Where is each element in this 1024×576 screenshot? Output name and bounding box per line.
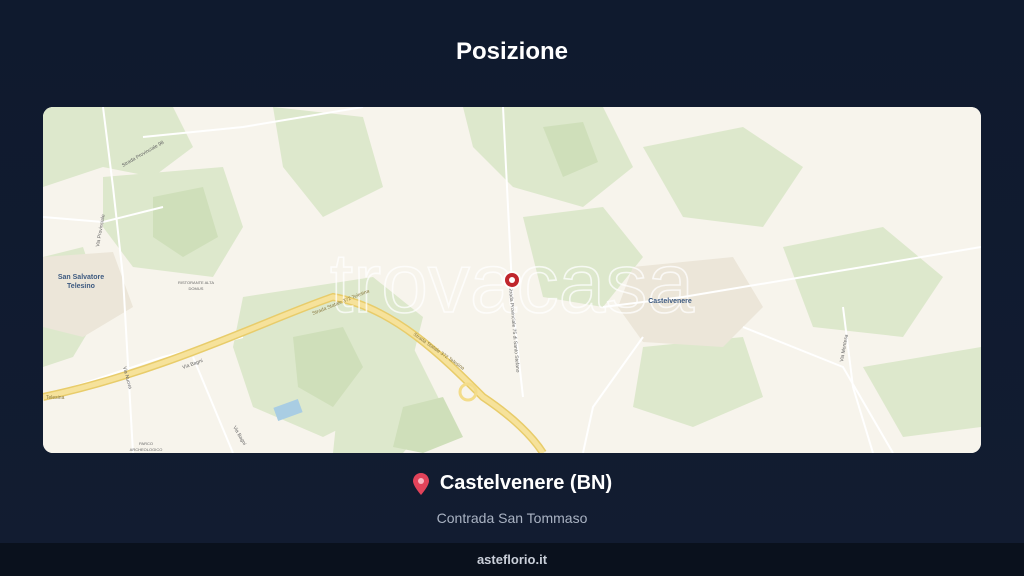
location-address: Contrada San Tommaso [436,509,588,526]
label-ristorante-1: RISTORANTE ALTA [178,280,214,285]
label-castelvenere: Castelvenere [648,298,692,305]
label-parco-1: PARCO [139,441,153,446]
map[interactable]: trovacasa San Salvatore Telesino Castelv… [43,107,981,453]
location-marker-icon[interactable] [503,271,521,289]
label-parco-2: ARCHEOLOGICO [130,447,163,452]
label-san-salvatore: San Salvatore [58,274,104,281]
label-telesina: Telesina [46,395,65,401]
footer-site[interactable]: asteflorio.it [477,552,547,567]
map-canvas[interactable]: trovacasa San Salvatore Telesino Castelv… [43,107,981,453]
footer: asteflorio.it [0,543,1024,576]
location-name: Castelvenere (BN) [439,472,613,494]
label-telesino: Telesino [67,283,95,290]
label-ristorante-2: DOMUS [189,286,204,291]
page-title: Posizione [455,38,569,65]
pin-icon [412,472,430,495]
location-info: Castelvenere (BN) Contrada San Tommaso [0,472,1024,526]
